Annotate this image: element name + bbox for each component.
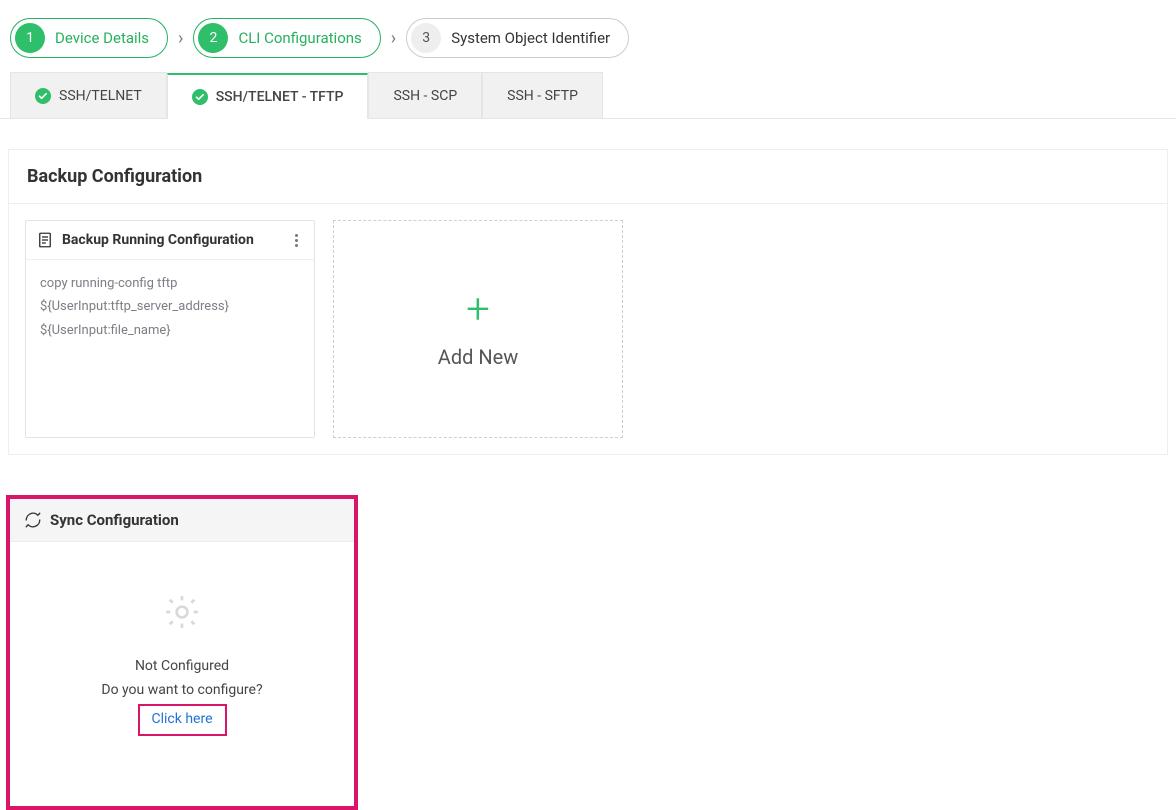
config-line: ${UserInput:file_name}: [40, 319, 300, 342]
config-line: copy running-config tftp: [40, 272, 300, 295]
step-number-badge: 1: [15, 23, 45, 53]
gear-icon: [20, 592, 344, 655]
section-title: Backup Configuration: [9, 150, 1167, 204]
sync-body: Not Configured Do you want to configure?…: [10, 542, 354, 806]
tabs-bar: SSH/TELNET SSH/TELNET - TFTP SSH - SCP S…: [0, 72, 1176, 119]
tab-label: SSH - SFTP: [507, 88, 578, 104]
configure-prompt-text: Do you want to configure?: [20, 679, 344, 703]
card-body: copy running-config tftp ${UserInput:tft…: [26, 260, 314, 354]
kebab-menu-icon[interactable]: [289, 234, 304, 247]
step-cli-configurations[interactable]: 2 CLI Configurations: [193, 18, 380, 58]
tab-ssh-sftp[interactable]: SSH - SFTP: [482, 72, 603, 118]
step-label: System Object Identifier: [451, 29, 610, 47]
tab-ssh-telnet[interactable]: SSH/TELNET: [10, 72, 167, 118]
sync-header: Sync Configuration: [10, 499, 354, 542]
stepper: 1 Device Details › 2 CLI Configurations …: [0, 0, 1176, 72]
check-circle-icon: [192, 89, 208, 105]
check-circle-icon: [35, 88, 51, 104]
click-here-link[interactable]: Click here: [152, 711, 213, 727]
chevron-right-icon: ›: [391, 28, 396, 49]
not-configured-text: Not Configured: [20, 655, 344, 679]
config-line: ${UserInput:tftp_server_address}: [40, 295, 300, 318]
step-label: CLI Configurations: [238, 29, 361, 47]
click-here-highlight: Click here: [138, 704, 227, 736]
add-new-card[interactable]: + Add New: [333, 220, 623, 438]
backup-configuration-section: Backup Configuration Backup Running Conf…: [8, 149, 1168, 455]
tab-label: SSH - SCP: [393, 88, 457, 104]
document-icon: [36, 231, 54, 249]
sync-configuration-panel: Sync Configuration Not Configured Do you…: [6, 495, 358, 810]
step-label: Device Details: [55, 29, 149, 47]
plus-icon: +: [466, 289, 490, 331]
tab-label: SSH/TELNET: [59, 88, 142, 104]
tab-ssh-scp[interactable]: SSH - SCP: [368, 72, 482, 118]
cards-row: Backup Running Configuration copy runnin…: [9, 204, 1167, 454]
card-title: Backup Running Configuration: [62, 232, 281, 248]
step-device-details[interactable]: 1 Device Details: [10, 18, 168, 58]
step-system-object-identifier[interactable]: 3 System Object Identifier: [406, 18, 629, 58]
backup-running-config-card: Backup Running Configuration copy runnin…: [25, 220, 315, 438]
sync-title: Sync Configuration: [50, 511, 179, 529]
tab-ssh-telnet-tftp[interactable]: SSH/TELNET - TFTP: [167, 73, 369, 119]
add-new-label: Add New: [438, 345, 518, 369]
chevron-right-icon: ›: [178, 28, 183, 49]
step-number-badge: 2: [198, 23, 228, 53]
tab-label: SSH/TELNET - TFTP: [216, 89, 344, 105]
sync-icon: [24, 511, 42, 529]
card-header: Backup Running Configuration: [26, 221, 314, 260]
step-number-badge: 3: [411, 23, 441, 53]
